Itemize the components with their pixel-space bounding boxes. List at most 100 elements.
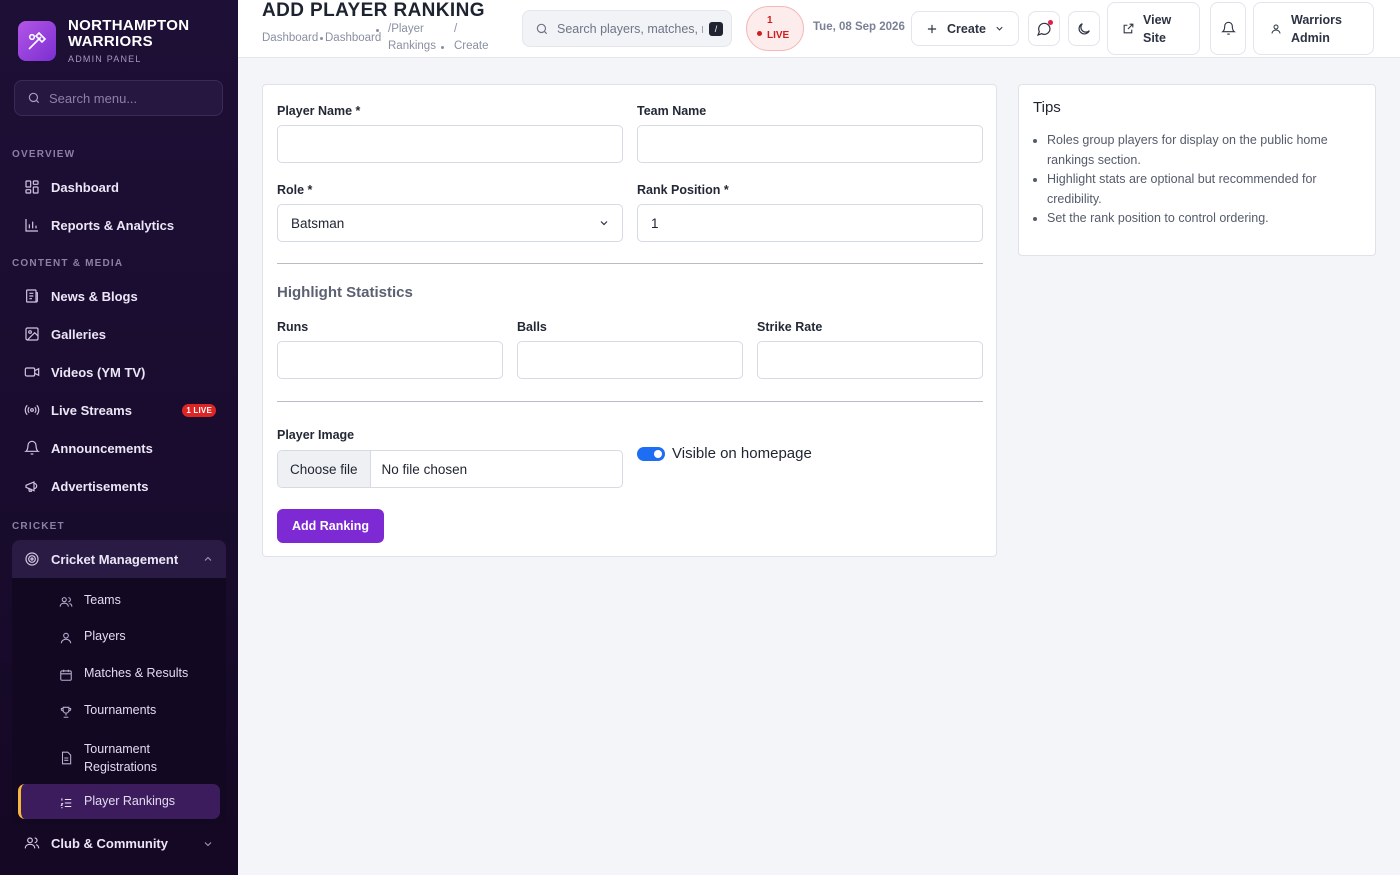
- sidebar-item-label: Cricket Management: [51, 551, 179, 567]
- sidebar-search-input[interactable]: Search menu...: [14, 80, 223, 116]
- brand-subtitle: ADMIN PANEL: [68, 54, 142, 64]
- sidebar-item-news[interactable]: News & Blogs: [12, 279, 226, 313]
- chevron-down-icon: [600, 221, 608, 226]
- sidebar-item-videos[interactable]: Videos (YM TV): [12, 355, 226, 389]
- newspaper-icon: [23, 287, 41, 305]
- sidebar-item-cricket-management[interactable]: Cricket Management: [12, 540, 226, 578]
- runs-label: Runs: [277, 320, 309, 334]
- tips-title: Tips: [1033, 99, 1061, 116]
- user-name-line2: Admin: [1291, 30, 1330, 45]
- sidebar-item-advertisements[interactable]: Advertisements: [12, 469, 226, 503]
- visible-on-homepage-label: Visible on homepage: [672, 445, 812, 462]
- chat-icon: [1036, 19, 1053, 37]
- image-icon: [23, 325, 41, 343]
- highlight-statistics-title: Highlight Statistics: [277, 284, 413, 301]
- sidebar-search-placeholder: Search menu...: [49, 90, 138, 106]
- submenu-item-teams[interactable]: Teams: [58, 593, 121, 610]
- team-name-input[interactable]: [637, 125, 983, 163]
- breadcrumb-item[interactable]: Rankings: [388, 38, 436, 55]
- breadcrumb-item: /: [454, 23, 458, 35]
- create-label: Create: [947, 21, 986, 36]
- add-ranking-button[interactable]: Add Ranking: [277, 509, 384, 543]
- messages-button[interactable]: [1028, 11, 1060, 46]
- live-indicator[interactable]: 1 LIVE: [746, 6, 804, 51]
- sidebar-item-galleries[interactable]: Galleries: [12, 317, 226, 351]
- sidebar-item-live-streams[interactable]: Live Streams 1 LIVE: [12, 393, 226, 427]
- notifications-button[interactable]: [1210, 2, 1246, 55]
- view-site-button[interactable]: View Site: [1107, 2, 1200, 55]
- ranking-form-card: Player Name * Team Name Role * Batsman R…: [262, 84, 997, 557]
- user-icon: [58, 630, 74, 646]
- submenu-item-player-rankings[interactable]: Player Rankings: [58, 794, 175, 811]
- submenu-item-label-line1: Tournament: [84, 742, 151, 756]
- user-menu-button[interactable]: Warriors Admin: [1253, 2, 1374, 55]
- live-dot-icon: [757, 31, 762, 36]
- sidebar-item-label: Galleries: [51, 326, 106, 342]
- sidebar-item-label: Club & Community: [51, 835, 168, 851]
- sidebar-item-label: Reports & Analytics: [51, 217, 175, 233]
- section-divider: [277, 263, 983, 264]
- cricket-logo-icon: [18, 21, 56, 61]
- global-search-input[interactable]: Search players, matches, news... /: [522, 10, 732, 47]
- player-image-label: Player Image: [277, 428, 355, 442]
- sidebar-item-label: Videos (YM TV): [51, 364, 146, 380]
- breadcrumb-separator: [441, 46, 444, 49]
- choose-file-button[interactable]: Choose file: [278, 451, 371, 487]
- runs-input[interactable]: [277, 341, 503, 379]
- sidebar-item-club-community[interactable]: Club & Community: [12, 826, 226, 860]
- bell-icon: [1220, 21, 1236, 35]
- user-name-line1: Warriors: [1291, 12, 1342, 27]
- rank-position-label: Rank Position *: [637, 183, 729, 197]
- player-name-label: Player Name *: [277, 104, 361, 118]
- brand[interactable]: NORTHAMPTON WARRIORS ADMIN PANEL: [18, 18, 189, 64]
- tip-item: Set the rank position to control orderin…: [1047, 209, 1359, 229]
- user-icon: [1271, 24, 1281, 34]
- visible-on-homepage-toggle[interactable]: [637, 447, 665, 461]
- breadcrumb-item[interactable]: Dashboard: [325, 30, 381, 47]
- page-title: ADD PLAYER RANKING: [262, 0, 485, 21]
- video-icon: [23, 363, 41, 381]
- live-count: 1: [767, 15, 773, 26]
- tip-item: Roles group players for display on the p…: [1047, 131, 1359, 170]
- submenu-item-registrations[interactable]: Tournament Registrations: [58, 740, 157, 776]
- brand-name-line2: WARRIORS: [68, 33, 153, 50]
- balls-input[interactable]: [517, 341, 743, 379]
- rank-position-input[interactable]: 1: [637, 204, 983, 242]
- sidebar-item-reports[interactable]: Reports & Analytics: [12, 208, 226, 242]
- document-icon: [58, 750, 74, 766]
- submenu-item-tournaments[interactable]: Tournaments: [58, 703, 156, 720]
- global-search-placeholder: Search players, matches, news...: [557, 21, 703, 36]
- strike-rate-input[interactable]: [757, 341, 983, 379]
- submenu-item-matches[interactable]: Matches & Results: [58, 666, 188, 683]
- theme-toggle-button[interactable]: [1068, 11, 1100, 46]
- create-button[interactable]: Create: [911, 11, 1019, 46]
- submenu-item-label: Tournaments: [84, 703, 157, 717]
- sidebar-item-label: News & Blogs: [51, 288, 138, 304]
- breadcrumb-item[interactable]: Dashboard: [262, 30, 318, 47]
- tips-list: Roles group players for display on the p…: [1047, 131, 1359, 229]
- live-label: LIVE: [767, 30, 790, 41]
- section-label-content-media: CONTENT & MEDIA: [12, 258, 124, 269]
- users-icon: [23, 834, 41, 852]
- current-date: Tue, 08 Sep 2026: [813, 21, 905, 33]
- player-image-file-input[interactable]: Choose file No file chosen: [277, 450, 623, 488]
- topbar: ADD PLAYER RANKING Dashboard Dashboard /…: [238, 0, 1400, 58]
- breadcrumb-item[interactable]: /Player: [388, 21, 424, 38]
- megaphone-icon: [23, 477, 41, 495]
- role-select[interactable]: Batsman: [277, 204, 623, 242]
- target-icon: [23, 550, 41, 568]
- sidebar-item-label: Advertisements: [51, 478, 149, 494]
- list-ordered-icon: [58, 795, 74, 811]
- sidebar-item-announcements[interactable]: Announcements: [12, 431, 226, 465]
- role-selected-value: Batsman: [291, 215, 345, 231]
- sidebar-item-dashboard[interactable]: Dashboard: [12, 170, 226, 204]
- submenu-item-players[interactable]: Players: [58, 629, 126, 646]
- breadcrumb-separator: [376, 29, 379, 32]
- team-name-label: Team Name: [637, 104, 707, 118]
- tip-item: Highlight stats are optional but recomme…: [1047, 170, 1359, 209]
- breadcrumb-current: Create: [454, 40, 489, 52]
- chevron-up-icon: [202, 553, 214, 568]
- balls-label: Balls: [517, 320, 547, 334]
- player-name-input[interactable]: [277, 125, 623, 163]
- view-site-label-line2: Site: [1143, 30, 1166, 45]
